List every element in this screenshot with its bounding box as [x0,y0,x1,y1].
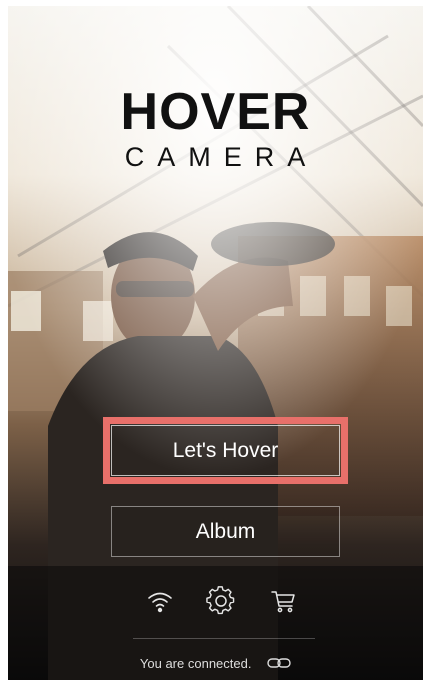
highlight-box [103,417,348,484]
wifi-icon[interactable] [145,586,175,616]
app-logo: HOVER CAMERA [8,86,423,172]
gear-icon[interactable] [206,586,236,616]
app-screen: HOVER CAMERA Let's Hover Album You are c… [8,6,423,680]
album-button[interactable]: Album [111,506,340,557]
album-label: Album [195,520,256,543]
logo-title: HOVER [120,83,311,141]
toolbar [8,586,423,618]
logo-subtitle: CAMERA [124,142,319,172]
lets-hover-button[interactable]: Let's Hover [103,417,348,484]
connection-status: You are connected. [8,656,423,672]
cart-icon[interactable] [268,586,298,616]
link-icon[interactable] [267,657,291,672]
divider [133,638,315,639]
status-text: You are connected. [139,656,252,671]
